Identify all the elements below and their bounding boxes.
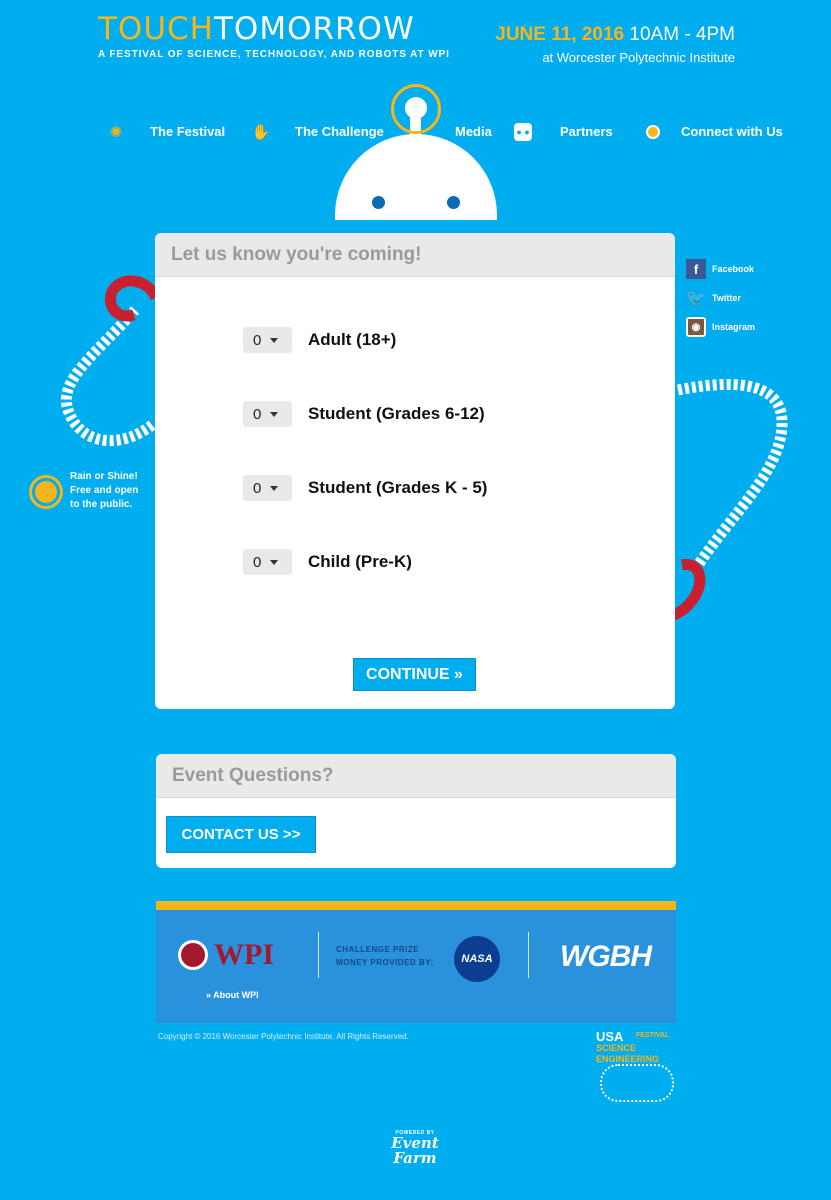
sun-icon: ✺: [109, 123, 123, 141]
logo-title: TOUCHTOMORROW: [98, 14, 450, 45]
nav-the-challenge[interactable]: The Challenge: [295, 120, 384, 144]
ticket-row-student-6-12: 0 Student (Grades 6-12): [243, 400, 485, 428]
instagram-icon: ◉: [686, 317, 706, 337]
hand-icon: ✋: [251, 123, 271, 141]
robot-eye-right: [447, 196, 460, 209]
quantity-select-adult[interactable]: 0: [243, 327, 292, 353]
event-location: at Worcester Polytechnic Institute: [542, 50, 735, 65]
social-facebook-label: Facebook: [712, 264, 755, 274]
ticket-label-student-6-12: Student (Grades 6-12): [308, 404, 485, 423]
sun-icon: [32, 478, 60, 506]
event-time: 10AM - 4PM: [629, 24, 735, 45]
ticket-row-student-k-5: 0 Student (Grades K - 5): [243, 474, 487, 502]
event-date-block: JUNE 11, 2016 10AM - 4PM at Worcester Po…: [495, 24, 735, 65]
usa-science-festival-logo[interactable]: USA SCIENCE ENGINEERING FESTIVAL: [596, 1030, 678, 1105]
wpi-seal-icon: [178, 940, 208, 970]
ticket-label-adult: Adult (18+): [308, 330, 397, 349]
usa-festival-text: FESTIVAL: [636, 1032, 670, 1039]
registration-card: Let us know you're coming! 0 Adult (18+)…: [155, 233, 675, 709]
wpi-logo[interactable]: WPI: [178, 938, 274, 972]
caret-down-icon: [270, 485, 279, 491]
twitter-icon: 🐦: [686, 290, 706, 307]
usa-science-text: SCIENCE: [596, 1043, 637, 1053]
challenge-prize-text: CHALLENGE PRIZE MONEY PROVIDED BY:: [336, 943, 434, 969]
ticket-label-child: Child (Pre-K): [308, 552, 412, 571]
contact-us-button[interactable]: CONTACT US >>: [166, 816, 316, 853]
event-date: JUNE 11, 2016: [495, 24, 625, 45]
caret-down-icon: [270, 559, 279, 565]
copyright-text: Copyright © 2016 Worcester Polytechnic I…: [158, 1032, 409, 1041]
wpi-logo-text: WPI: [214, 938, 274, 971]
event-date-line: JUNE 11, 2016 10AM - 4PM: [495, 24, 735, 46]
event-questions-header: Event Questions?: [156, 754, 676, 798]
divider: [528, 932, 529, 978]
logo-touch: TOUCH: [98, 11, 214, 47]
nasa-logo[interactable]: NASA: [454, 936, 500, 982]
quantity-select-student-k-5[interactable]: 0: [243, 475, 292, 501]
facebook-icon: f: [686, 259, 706, 279]
ticket-label-student-k-5: Student (Grades K - 5): [308, 478, 488, 497]
prize-line2: MONEY PROVIDED BY:: [336, 958, 434, 967]
quantity-value: 0: [253, 405, 262, 423]
registration-header: Let us know you're coming!: [155, 233, 675, 277]
logo-subtitle: A FESTIVAL OF SCIENCE, TECHNOLOGY, AND R…: [98, 49, 450, 60]
quantity-value: 0: [253, 479, 262, 497]
logo-tomorrow: TOMORROW: [213, 11, 415, 47]
ticket-row-child: 0 Child (Pre-K): [243, 548, 412, 576]
divider: [318, 932, 319, 978]
eventfarm-brand-line2: Farm: [393, 1149, 437, 1167]
nav-media[interactable]: Media: [455, 120, 492, 144]
about-wpi-link[interactable]: » About WPI: [206, 990, 259, 1000]
robot-antenna-ball: [405, 97, 427, 119]
sponsor-footer: WPI » About WPI CHALLENGE PRIZE MONEY PR…: [156, 901, 676, 1023]
nav-connect-with-us[interactable]: Connect with Us: [681, 120, 783, 144]
robot-head: [335, 134, 497, 220]
nav-the-festival[interactable]: The Festival: [150, 120, 225, 144]
caret-down-icon: [270, 337, 279, 343]
continue-button[interactable]: CONTINUE »: [353, 658, 476, 691]
quantity-select-student-6-12[interactable]: 0: [243, 401, 292, 427]
social-instagram-label: Instagram: [712, 322, 756, 332]
robot-arm-left: [60, 275, 160, 446]
outlet-icon: ● ●: [514, 123, 532, 141]
caret-down-icon: [270, 411, 279, 417]
site-logo[interactable]: TOUCHTOMORROW A FESTIVAL OF SCIENCE, TEC…: [98, 14, 450, 61]
prize-line1: CHALLENGE PRIZE: [336, 945, 420, 954]
event-questions-title: Event Questions?: [172, 765, 334, 786]
quantity-value: 0: [253, 553, 262, 571]
wgbh-logo[interactable]: WGBH: [560, 940, 652, 974]
quantity-select-child[interactable]: 0: [243, 549, 292, 575]
robot-arm-right: [670, 378, 788, 621]
event-questions-card: Event Questions? CONTACT US >>: [156, 754, 676, 868]
registration-title: Let us know you're coming!: [171, 244, 422, 265]
nav-partners[interactable]: Partners: [560, 120, 613, 144]
social-twitter-label: Twitter: [712, 293, 741, 303]
robot-eye-left: [372, 196, 385, 209]
quantity-value: 0: [253, 331, 262, 349]
eventfarm-logo[interactable]: POWERED BY Event Farm: [389, 1130, 441, 1166]
sun-icon: [646, 125, 660, 139]
ticket-row-adult: 0 Adult (18+): [243, 326, 396, 354]
main-nav: ✺ The Festival ✋ The Challenge Media ● ●…: [0, 120, 831, 144]
science-icons-cluster: [600, 1064, 674, 1102]
